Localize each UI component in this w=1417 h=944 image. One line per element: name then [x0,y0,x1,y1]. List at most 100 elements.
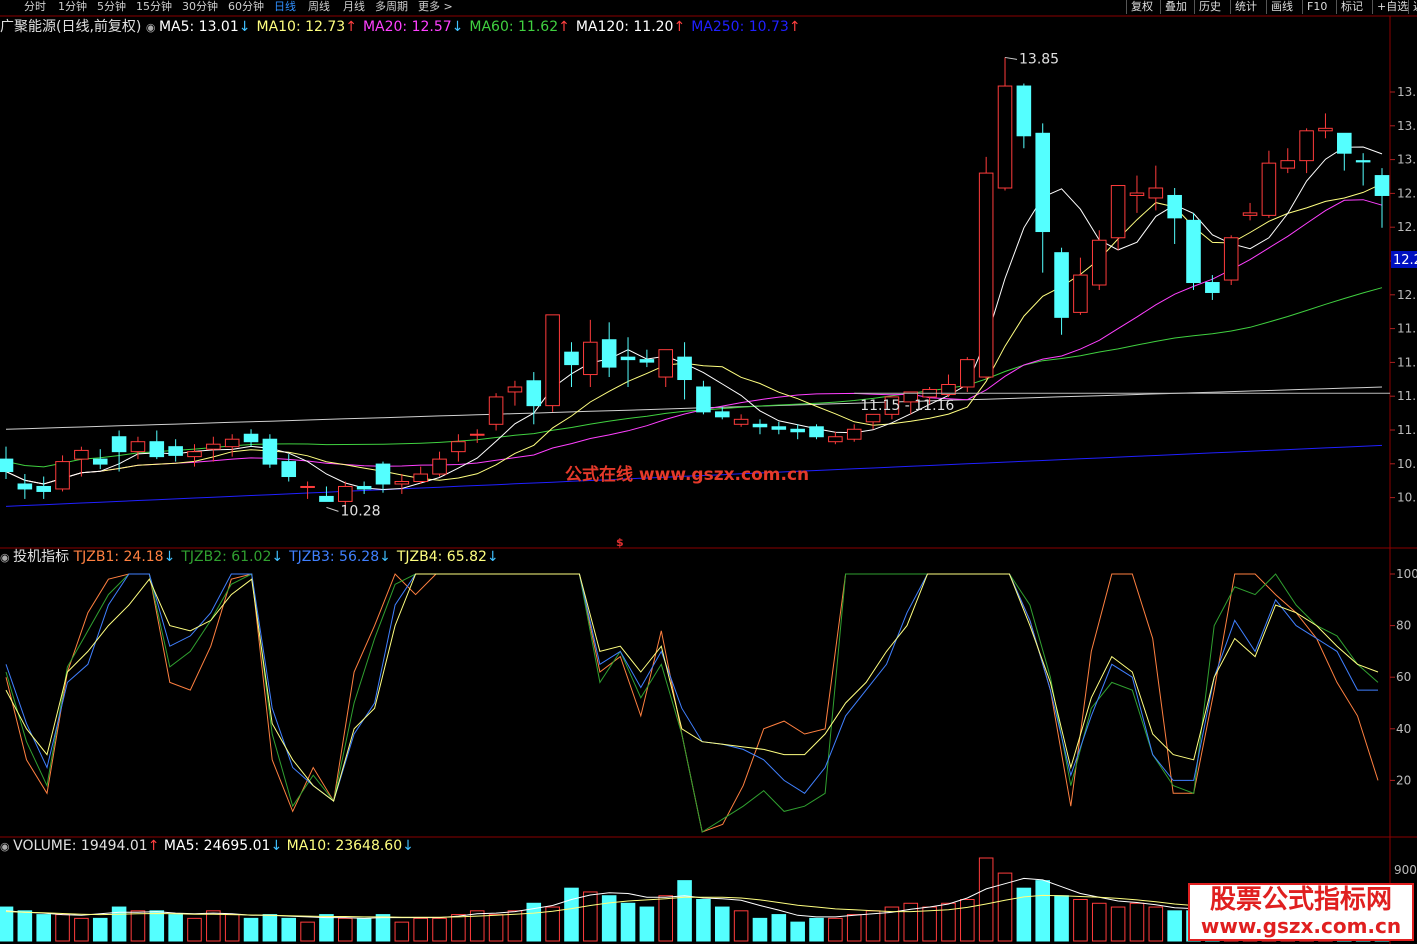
indicator-name[interactable]: 投机指标 [13,549,69,565]
candle-body [583,341,598,376]
candle-body [978,172,994,378]
volume-bar [809,917,824,942]
candle-body [413,473,428,482]
candle-body [356,485,372,490]
ma60-line [5,287,1383,468]
price-tick-label: 12. [1397,220,1416,234]
volume-bar [262,914,278,942]
volume-bar [677,880,692,942]
volume-bar [451,914,466,942]
volume-bar [206,910,221,942]
volume-bar [394,921,410,942]
candle-body [733,418,749,425]
candle-body [1223,237,1239,281]
dollar-mark: $ [616,536,624,549]
volume-bar [1148,906,1164,942]
current-price-text: 12.2 [1393,253,1417,268]
volume-bar [790,921,805,942]
candle-body [300,485,315,488]
volume-bar [865,910,881,942]
volume-bar [300,921,315,942]
candle-body [1242,212,1258,216]
candle-body [1129,192,1145,196]
candle-body [1355,160,1371,163]
volume-ma5-value: 24695.01 [203,838,271,854]
candle-body [1073,274,1088,313]
volume-bar [922,906,937,942]
watermark-text: 公式在线 www.gszx.com.cn [565,465,810,485]
gear-icon[interactable]: ◉ [146,21,159,34]
volume-ma5-label: MA5 [163,838,195,854]
candle-body [620,356,636,361]
candle-body [714,411,730,418]
volume-bar [1167,910,1182,942]
ind-legend-tjzb4: TJZB4: 65.82↓ [396,549,499,565]
candle-body [149,441,165,458]
candle-body [1374,175,1390,196]
candle-body [187,451,202,458]
candle-body [36,485,51,492]
volume-bar [696,899,711,942]
candle-body [639,359,655,363]
volume-bar [187,917,202,942]
volume-bar [17,910,33,942]
watermark-badge: 股票公式指标网 www.gszx.com.cn [1188,883,1414,941]
price-header: 广聚能源(日线,前复权) ◉ MA5: 13.01↓ MA10: 12.73↑ MA… [0,18,807,37]
candle-body [111,436,127,453]
price-tick-label: 10. [1397,457,1416,471]
candle-body [1186,219,1201,284]
volume-bar [92,917,108,942]
volume-bar [960,899,975,942]
arrow-down-icon: ↓ [163,549,176,565]
volume-bar [149,910,165,942]
volume-bar [828,917,843,942]
arrow-up-icon: ↑ [147,838,160,854]
candle-body [375,463,391,485]
ma-legend-ma5: MA5: 13.01↓ [158,19,251,35]
arrow-down-icon: ↓ [271,549,284,565]
volume-bar [413,917,428,942]
gear-icon[interactable]: ◉ [0,840,13,853]
ma-legend: MA5: 13.01↓ MA10: 12.73↑ MA20: 12.57↓ MA60:… [159,19,807,35]
candle-body [488,396,504,425]
candle-body [281,461,297,478]
volume-bar [639,906,655,942]
candle-body [1337,132,1352,154]
volume-tick-label: 900 [1394,863,1417,877]
candle-body [771,426,787,430]
indicator-tick-label: 80 [1396,619,1411,633]
volume-label[interactable]: VOLUME [13,838,72,854]
range-mark: 11.15 - 11.16 [860,398,954,414]
candle-body [1299,130,1314,162]
candle-body [1035,132,1050,233]
gear-icon[interactable]: ◉ [0,551,13,564]
volume-header: ◉ VOLUME: 19494.01↑ MA5: 24695.01↓ MA10:… [0,838,414,854]
right-axis: 13.13.13.12.12.12.12.11.11.11.11.10.10.1… [1390,85,1417,877]
volume-bar [507,910,523,942]
high-mark-leader [1004,56,1018,60]
arrow-down-icon: ↓ [451,19,464,35]
stock-label[interactable]: 广聚能源(日线,前复权) [0,19,141,35]
candle-body [1167,194,1182,219]
volume-bar [224,914,240,942]
volume-bar [319,914,334,942]
arrow-up-icon: ↑ [788,19,801,35]
indicator-panel [5,573,1379,833]
arrow-up-icon: ↑ [345,19,357,35]
arrow-down-icon: ↓ [270,838,283,854]
volume-bar [432,917,447,942]
volume-bar [1091,902,1107,942]
candle-body [17,483,33,490]
candle-body [507,386,523,393]
ma-legend-ma250: MA250: 10.73↑ [691,19,801,35]
volume-ma10-label: MA10 [286,838,327,854]
volume-bar [846,914,862,942]
volume-bar [36,914,51,942]
ind-legend-tjzb1: TJZB1: 24.18↓ [73,549,176,565]
volume-bar [771,914,787,942]
candle-body [601,339,617,368]
ma-legend-ma20: MA20: 12.57↓ [362,19,464,35]
candle-body [243,433,259,443]
volume-bar [1035,880,1050,942]
candle-body [74,449,89,460]
